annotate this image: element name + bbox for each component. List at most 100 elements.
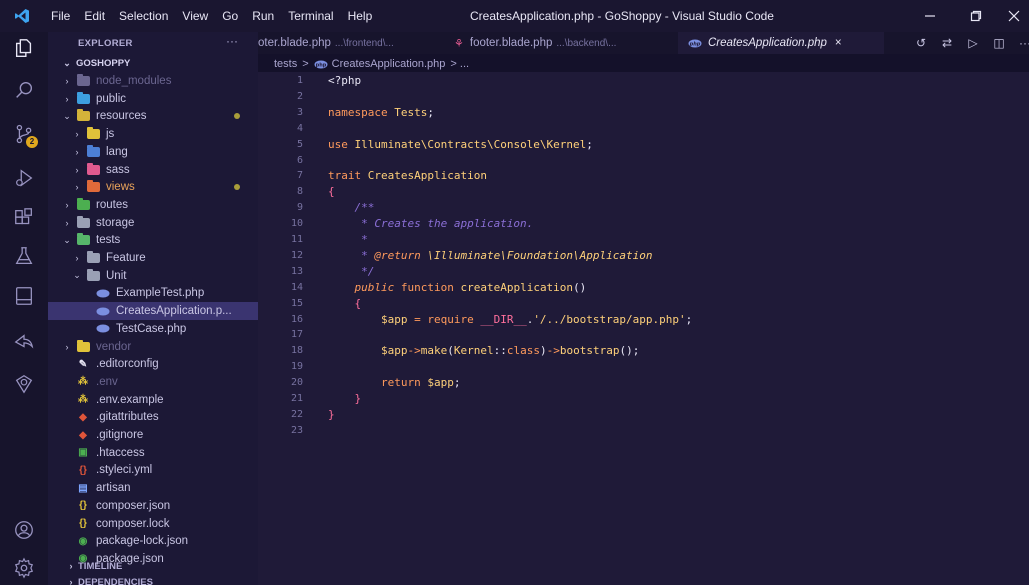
tree-item-node-modules[interactable]: › node_modules	[48, 72, 258, 90]
menu-terminal[interactable]: Terminal	[281, 0, 340, 32]
tree-item-label: lang	[106, 145, 128, 158]
tab-footer-backend[interactable]: ⚘ footer.blade.php ...\backend\...	[454, 32, 664, 54]
folder-icon	[76, 91, 90, 105]
code-token: /**	[328, 201, 375, 215]
live-share-icon[interactable]	[12, 330, 36, 354]
tree-item-package-lock-json[interactable]: ◉ package-lock.json	[48, 532, 258, 550]
tree-item-lang[interactable]: › lang	[48, 143, 258, 161]
tree-item-vendor[interactable]: › vendor	[48, 338, 258, 356]
tree-item-composer-json[interactable]: {} composer.json	[48, 497, 258, 515]
run-file-icon[interactable]: ▷	[960, 36, 986, 50]
tree-item-createsapplication-p[interactable]: CreatesApplication.p...	[48, 302, 258, 321]
breadcrumb-file[interactable]: CreatesApplication.php	[332, 58, 446, 70]
folder-icon	[86, 180, 100, 193]
compare-changes-icon[interactable]: ⇄	[934, 36, 960, 50]
tree-item-gitignore[interactable]: ◆ .gitignore	[48, 426, 258, 444]
tree-item-views[interactable]: › views	[48, 178, 258, 196]
explorer-more-actions-button[interactable]: ···	[226, 34, 238, 48]
line-number: 2	[296, 90, 303, 102]
code-token: {	[328, 296, 362, 310]
tree-item-public[interactable]: › public	[48, 90, 258, 108]
account-icon[interactable]	[12, 518, 36, 542]
split-editor-icon[interactable]: ◫	[986, 36, 1012, 50]
tree-item-unit[interactable]: ⌄ Unit	[48, 267, 258, 285]
php-file-icon: php	[314, 58, 328, 70]
menu-selection[interactable]: Selection	[112, 0, 175, 32]
menu-edit[interactable]: Edit	[77, 0, 112, 32]
menu-go[interactable]: Go	[215, 0, 245, 32]
docker-icon[interactable]	[12, 372, 36, 396]
code-token: @return	[374, 248, 428, 262]
run-debug-icon[interactable]	[12, 166, 36, 190]
tree-item-env-example[interactable]: ⁂ .env.example	[48, 391, 258, 409]
tree-item-exampletest-php[interactable]: ExampleTest.php	[48, 284, 258, 302]
remote-explorer-icon[interactable]	[12, 284, 36, 308]
search-icon[interactable]	[12, 78, 36, 102]
svg-text:php: php	[315, 62, 326, 68]
tree-item-gitattributes[interactable]: ◆ .gitattributes	[48, 408, 258, 426]
json-file-icon: {}	[79, 500, 87, 512]
minimize-button[interactable]	[907, 0, 953, 32]
restore-button[interactable]	[953, 0, 999, 32]
tab-footer-frontend[interactable]: oter.blade.php ...\frontend\...	[258, 32, 448, 54]
menu-view[interactable]: View	[175, 0, 215, 32]
source-control-icon[interactable]: 2	[12, 122, 38, 148]
menu-file[interactable]: File	[44, 0, 77, 32]
breadcrumb-folder[interactable]: tests	[274, 58, 297, 70]
tree-item-styleci-yml[interactable]: {} .styleci.yml	[48, 461, 258, 479]
tree-item-label: TestCase.php	[116, 322, 187, 335]
tree-item-label: artisan	[96, 482, 131, 495]
code-token: }	[328, 392, 362, 405]
code-token: ->	[407, 344, 421, 358]
editorconfig-file-icon: ✎	[78, 358, 88, 370]
tree-item-editorconfig[interactable]: ✎ .editorconfig	[48, 355, 258, 373]
code-token: ();	[619, 344, 640, 358]
tree-item-htaccess[interactable]: ▣ .htaccess	[48, 444, 258, 462]
menu-help[interactable]: Help	[341, 0, 380, 32]
tree-item-env[interactable]: ⁂ .env	[48, 373, 258, 391]
code-line: namespace Tests;	[328, 106, 434, 120]
tree-item-storage[interactable]: › storage	[48, 214, 258, 232]
json-file-icon: {}	[79, 518, 87, 529]
tab-createsapplication[interactable]: php CreatesApplication.php ×	[678, 32, 884, 54]
tree-item-sass[interactable]: › sass	[48, 161, 258, 179]
line-number: 19	[290, 361, 303, 373]
tree-item-routes[interactable]: › routes	[48, 196, 258, 214]
tree-item-artisan[interactable]: ▤ artisan	[48, 479, 258, 497]
tree-item-tests[interactable]: ⌄ tests	[48, 231, 258, 249]
code-token: Illuminate\Contracts\Console\Kernel	[354, 137, 587, 151]
extensions-icon[interactable]	[12, 206, 36, 230]
code-token: {	[328, 185, 335, 199]
code-line: {	[328, 185, 335, 199]
chevron-right-icon: ›	[69, 561, 73, 571]
project-root[interactable]: ⌄ GOSHOPPY	[48, 54, 258, 72]
tree-item-label: composer.lock	[96, 517, 170, 530]
php-file-icon	[96, 305, 110, 317]
code-editor[interactable]: 1 2 3 4 5 6 7 8 9 10 11 12 13 14 15 16 17 18 19 20 21 22 23 <?…	[258, 72, 1029, 585]
close-window-button[interactable]	[999, 0, 1029, 32]
blade-file-icon: ⚘	[454, 37, 464, 50]
code-token: * Creates the application.	[328, 217, 534, 231]
tree-item-js[interactable]: › js	[48, 125, 258, 143]
chevron-right-icon: ›	[65, 199, 69, 210]
menu-run[interactable]: Run	[245, 0, 281, 32]
code-token: public	[328, 280, 401, 294]
tree-item-resources[interactable]: ⌄ resources	[48, 107, 258, 125]
tree-item-label: .env	[96, 375, 118, 388]
tree-item-feature[interactable]: › Feature	[48, 249, 258, 267]
explorer-icon[interactable]	[12, 36, 36, 60]
chevron-down-icon: ⌄	[63, 110, 71, 121]
tab-path: ...\frontend\...	[334, 37, 394, 49]
tree-item-testcase-php[interactable]: TestCase.php	[48, 320, 258, 338]
breadcrumb-more[interactable]: > ...	[450, 58, 469, 70]
testing-icon[interactable]	[12, 244, 36, 268]
more-actions-icon[interactable]: ···	[1012, 36, 1029, 50]
timeline-history-icon[interactable]: ↺	[908, 36, 934, 50]
settings-icon[interactable]	[12, 556, 36, 580]
close-tab-icon[interactable]: ×	[835, 37, 842, 49]
dependencies-section[interactable]: › DEPENDENCIES	[48, 573, 258, 585]
tree-item-composer-lock[interactable]: {} composer.lock	[48, 515, 258, 533]
npm-file-icon: ◉	[78, 535, 88, 547]
code-line: trait CreatesApplication	[328, 169, 487, 183]
tab-label: footer.blade.php	[469, 37, 553, 49]
